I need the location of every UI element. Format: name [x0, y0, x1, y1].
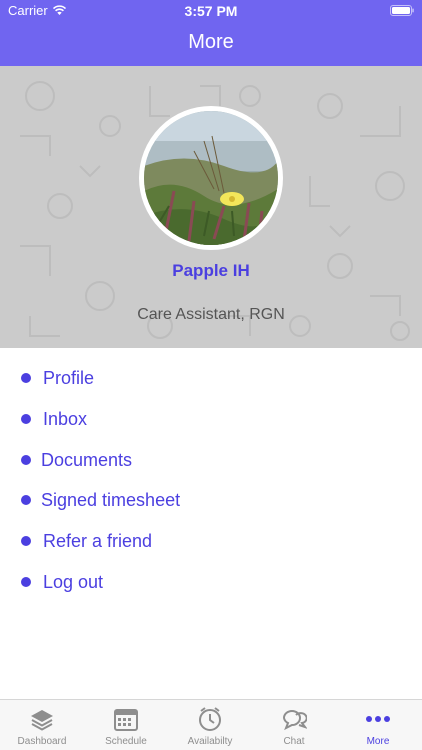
bullet-icon: [21, 495, 31, 505]
menu-item-label: Documents: [41, 449, 133, 470]
tab-availability[interactable]: Availabilty: [168, 700, 252, 750]
page-title: More: [188, 31, 234, 53]
menu-item-inbox[interactable]: Inbox: [18, 404, 87, 434]
bullet-icon: [21, 536, 31, 546]
menu-item-refer-a-friend[interactable]: Refer a friend: [18, 526, 152, 556]
tab-chat[interactable]: Chat: [252, 700, 336, 750]
menu-item-documents[interactable]: Documents: [18, 445, 132, 475]
layers-icon: [31, 710, 53, 731]
clock-icon: [199, 707, 221, 731]
menu-item-log-out[interactable]: Log out: [18, 567, 103, 597]
bullet-icon: [21, 577, 31, 587]
more-icon: [366, 716, 390, 722]
status-bar: Carrier 3:57 PM: [0, 0, 422, 22]
user-role: Care Assistant, RGN: [137, 306, 285, 323]
menu-item-label: Inbox: [43, 408, 88, 429]
avatar-image: [144, 111, 278, 245]
avatar[interactable]: [139, 106, 283, 250]
menu-item-label: Signed timesheet: [41, 489, 181, 510]
clock-time: 3:57 PM: [184, 3, 238, 19]
tab-label: Chat: [283, 736, 305, 747]
bullet-icon: [21, 455, 31, 465]
calendar-icon: [114, 709, 138, 731]
battery-icon: [390, 5, 414, 16]
tab-label: Dashboard: [17, 736, 67, 747]
tab-label: Schedule: [105, 736, 147, 747]
tab-bar: Dashboard Schedule Availabilty Chat More: [0, 699, 422, 750]
menu-item-profile[interactable]: Profile: [18, 363, 94, 393]
menu-item-label: Refer a friend: [43, 530, 153, 551]
tab-schedule[interactable]: Schedule: [84, 700, 168, 750]
menu-item-label: Profile: [43, 367, 95, 388]
tab-more[interactable]: More: [336, 700, 420, 750]
chat-icon: [282, 710, 307, 731]
navigation-header: Carrier 3:57 PM More: [0, 0, 422, 66]
profile-banner: Papple IH Care Assistant, RGN: [0, 66, 422, 348]
menu-item-label: Log out: [43, 571, 104, 592]
tab-label: Availabilty: [187, 736, 233, 747]
tab-dashboard[interactable]: Dashboard: [0, 700, 84, 750]
user-name: Papple IH: [172, 261, 250, 280]
tab-label: More: [366, 736, 390, 747]
bullet-icon: [21, 414, 31, 424]
bullet-icon: [21, 373, 31, 383]
menu-item-signed-timesheet[interactable]: Signed timesheet: [18, 485, 180, 515]
